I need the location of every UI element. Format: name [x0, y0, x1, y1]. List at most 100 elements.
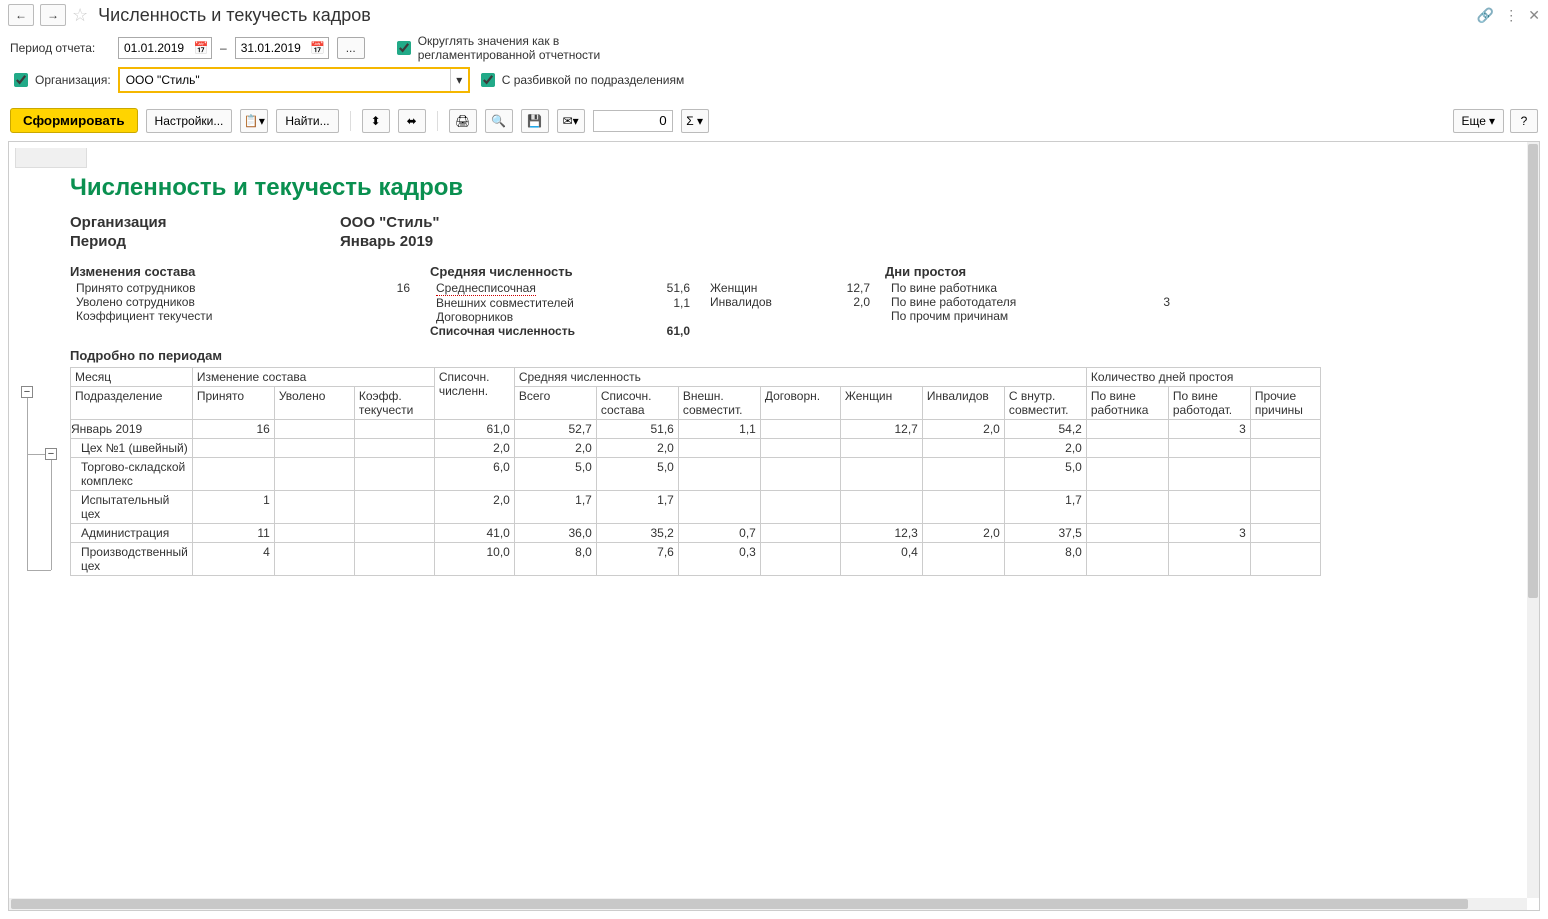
cell-women: [840, 491, 922, 524]
col-invalid: Инвалидов: [922, 387, 1004, 420]
number-input[interactable]: [593, 110, 673, 132]
split-checkbox-input[interactable]: [481, 73, 495, 87]
cell-list: 6,0: [434, 458, 514, 491]
downtime-head: Дни простоя: [885, 264, 1170, 279]
cell-fired: [274, 524, 354, 543]
print-button[interactable]: 🖨: [449, 109, 477, 133]
generate-button[interactable]: Сформировать: [10, 108, 138, 133]
cell-contract: [760, 458, 840, 491]
split-checkbox[interactable]: С разбивкой по подразделениям: [477, 70, 685, 90]
copy-button[interactable]: 📋▾: [240, 109, 268, 133]
org-dropdown[interactable]: ▾: [119, 68, 469, 92]
cell-hired: 4: [192, 543, 274, 576]
window-title: Численность и текучесть кадров: [98, 5, 371, 26]
preview-button[interactable]: 🔍: [485, 109, 513, 133]
cell-listcnt: 2,0: [596, 439, 678, 458]
contract-label: Договорников: [430, 310, 630, 324]
cell-internal: 5,0: [1004, 458, 1086, 491]
cell-dept: Производственный цех: [71, 543, 193, 576]
cell-hired: 11: [192, 524, 274, 543]
cell-other: [1250, 524, 1320, 543]
org-info-value: ООО "Стиль": [340, 214, 440, 231]
cell-fired: [274, 543, 354, 576]
favorite-star-icon[interactable]: ☆: [72, 5, 88, 26]
calendar-icon[interactable]: 📅: [308, 41, 328, 55]
menu-icon[interactable]: ⋮: [1504, 7, 1518, 24]
tree-collapse-month[interactable]: −: [45, 448, 57, 460]
calendar-icon[interactable]: 📅: [191, 41, 211, 55]
sum-button[interactable]: Σ ▾: [681, 109, 709, 133]
cell-internal: 54,2: [1004, 420, 1086, 439]
find-button[interactable]: Найти...: [276, 109, 338, 133]
close-icon[interactable]: ✕: [1528, 7, 1540, 24]
org-field[interactable]: [120, 69, 450, 91]
table-row: Испытательный цех12,01,71,71,7: [71, 491, 1321, 524]
invalid-label: Инвалидов: [710, 295, 820, 309]
table-row: Торгово-складской комплекс6,05,05,05,0: [71, 458, 1321, 491]
horizontal-scrollbar[interactable]: [9, 898, 1527, 910]
email-button[interactable]: ✉▾: [557, 109, 585, 133]
date-from-field[interactable]: [119, 41, 191, 55]
cell-employer: 3: [1168, 524, 1250, 543]
avglist-label: Среднесписочная: [436, 281, 536, 296]
cell-dept: Цех №1 (швейный): [71, 439, 193, 458]
cell-dept: Январь 2019: [71, 420, 193, 439]
cell-invalid: 2,0: [922, 420, 1004, 439]
nav-fwd-button[interactable]: →: [40, 4, 66, 26]
org-checkbox[interactable]: Организация:: [10, 70, 111, 90]
expand-button[interactable]: ⬍: [362, 109, 390, 133]
round-checkbox-input[interactable]: [397, 41, 411, 55]
col-worker: По вине работника: [1086, 387, 1168, 420]
table-row: Цех №1 (швейный)2,02,02,02,0: [71, 439, 1321, 458]
period-info-value: Январь 2019: [340, 233, 433, 250]
detail-head: Подробно по периодам: [70, 348, 1533, 363]
hired-label: Принято сотрудников: [70, 281, 370, 295]
org-checkbox-input[interactable]: [14, 73, 28, 87]
round-checkbox[interactable]: Округлять значения как в регламентирован…: [393, 34, 618, 62]
link-icon[interactable]: 🔗: [1477, 7, 1494, 24]
cell-employer: [1168, 458, 1250, 491]
cell-employer: [1168, 439, 1250, 458]
org-checkbox-label: Организация:: [35, 73, 111, 87]
cell-internal: 8,0: [1004, 543, 1086, 576]
cell-hired: [192, 439, 274, 458]
period-picker-button[interactable]: ...: [337, 37, 365, 59]
detail-table: Месяц Изменение состава Списочн. численн…: [70, 367, 1321, 576]
col-ext: Внешн. совместит.: [678, 387, 760, 420]
table-row: Администрация1141,036,035,20,712,32,037,…: [71, 524, 1321, 543]
more-button[interactable]: Еще ▾: [1453, 109, 1504, 133]
cell-listcnt: 51,6: [596, 420, 678, 439]
date-to-input[interactable]: 📅: [235, 37, 329, 59]
fired-label: Уволено сотрудников: [70, 295, 370, 309]
table-row: Производственный цех410,08,07,60,30,48,0: [71, 543, 1321, 576]
nav-back-button[interactable]: ←: [8, 4, 34, 26]
cell-fired: [274, 458, 354, 491]
cell-worker: [1086, 524, 1168, 543]
vertical-scrollbar[interactable]: [1527, 142, 1539, 898]
date-to-field[interactable]: [236, 41, 308, 55]
cell-list: 2,0: [434, 439, 514, 458]
changes-head: Изменения состава: [70, 264, 430, 279]
cell-other: [1250, 439, 1320, 458]
tree-collapse-root[interactable]: −: [21, 386, 33, 398]
split-label: С разбивкой по подразделениям: [502, 73, 685, 87]
cell-coef: [354, 439, 434, 458]
cell-worker: [1086, 439, 1168, 458]
cell-coef: [354, 458, 434, 491]
collapse-button[interactable]: ⬌: [398, 109, 426, 133]
date-from-input[interactable]: 📅: [118, 37, 212, 59]
save-button[interactable]: 💾: [521, 109, 549, 133]
cell-ext: [678, 458, 760, 491]
settings-button[interactable]: Настройки...: [146, 109, 233, 133]
cell-contract: [760, 420, 840, 439]
table-row: Январь 20191661,052,751,61,112,72,054,23: [71, 420, 1321, 439]
ext-value: 1,1: [630, 296, 690, 310]
cell-total: 5,0: [514, 458, 596, 491]
chevron-down-icon[interactable]: ▾: [450, 69, 468, 91]
cell-list: 2,0: [434, 491, 514, 524]
coef-label: Коэффициент текучести: [70, 309, 370, 323]
round-label: Округлять значения как в регламентирован…: [418, 34, 618, 62]
col-coef: Коэфф. текучести: [354, 387, 434, 420]
report-area: − − Численность и текучесть кадров Орган…: [8, 141, 1540, 911]
help-button[interactable]: ?: [1510, 109, 1538, 133]
